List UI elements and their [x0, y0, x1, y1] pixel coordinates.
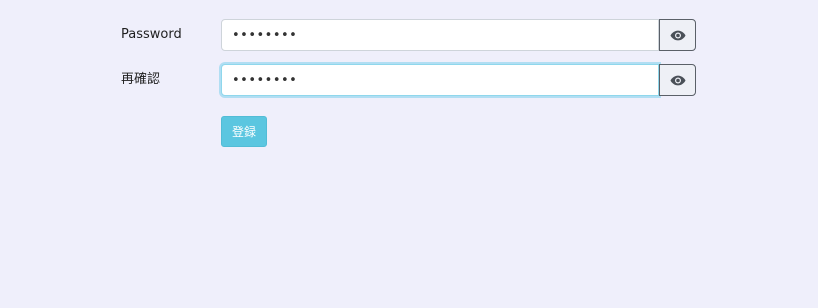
register-button[interactable]: 登録 [221, 116, 267, 147]
password-row: Password [0, 19, 818, 51]
confirm-password-input[interactable] [221, 64, 659, 96]
password-visibility-toggle[interactable] [659, 19, 696, 51]
confirm-password-visibility-toggle[interactable] [659, 64, 696, 96]
password-input[interactable] [221, 19, 659, 51]
eye-icon [670, 30, 685, 40]
confirm-password-row: 再確認 [0, 64, 818, 96]
confirm-password-label: 再確認 [121, 72, 161, 87]
password-label: Password [121, 27, 182, 42]
eye-icon [670, 75, 685, 85]
